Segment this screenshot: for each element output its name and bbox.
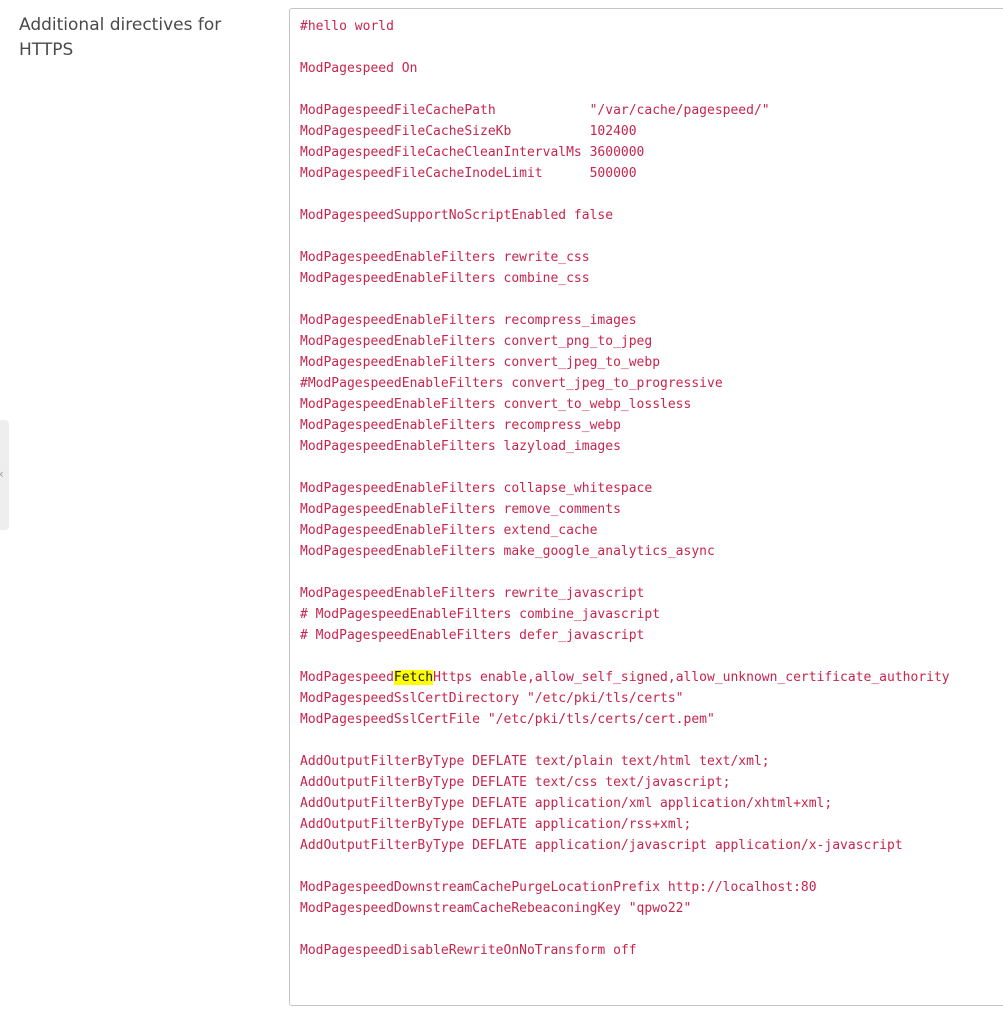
code-line: ModPagespeed On: [300, 61, 418, 76]
code-line: ModPagespeedEnableFilters combine_css: [300, 271, 590, 286]
code-line: ModPagespeedFileCacheCleanIntervalMs 360…: [300, 145, 645, 160]
code-line: ModPagespeedDownstreamCachePurgeLocation…: [300, 880, 817, 895]
code-line: ModPagespeedFileCacheSizeKb 102400: [300, 124, 637, 139]
code-line: ModPagespeedEnableFilters convert_png_to…: [300, 334, 653, 349]
code-line: ModPagespeedSslCertFile "/etc/pki/tls/ce…: [300, 712, 715, 727]
code-line: #hello world: [300, 19, 394, 34]
code-line: # ModPagespeedEnableFilters combine_java…: [300, 607, 661, 622]
code-line: AddOutputFilterByType DEFLATE applicatio…: [300, 838, 903, 853]
code-line: ModPagespeedEnableFilters rewrite_css: [300, 250, 590, 265]
code-line: ModPagespeedEnableFilters convert_to_web…: [300, 397, 692, 412]
sidebar-toggle-handle[interactable]: ‹: [0, 420, 9, 530]
code-line: #ModPagespeedEnableFilters convert_jpeg_…: [300, 376, 723, 391]
search-highlight: Fetch: [393, 670, 434, 685]
code-line: ModPagespeedDownstreamCacheRebeaconingKe…: [300, 901, 692, 916]
code-line: ModPagespeedSslCertDirectory "/etc/pki/t…: [300, 691, 684, 706]
field-label: Additional directives for HTTPS: [19, 15, 222, 60]
directives-code: #hello world ModPagespeed On ModPagespeedF…: [290, 9, 1003, 961]
code-line: ModPagespeedSupportNoScriptEnabled false: [300, 208, 614, 223]
code-line: AddOutputFilterByType DEFLATE text/css t…: [300, 775, 731, 790]
code-line: ModPagespeedEnableFilters rewrite_javasc…: [300, 586, 645, 601]
code-line: ModPagespeedEnableFilters recompress_web…: [300, 418, 621, 433]
code-line: ModPagespeedFileCachePath "/var/cache/pa…: [300, 103, 770, 118]
code-line: ModPagespeedEnableFilters recompress_ima…: [300, 313, 637, 328]
code-line: # ModPagespeedEnableFilters defer_javasc…: [300, 628, 645, 643]
code-line: AddOutputFilterByType DEFLATE applicatio…: [300, 817, 692, 832]
code-line: AddOutputFilterByType DEFLATE applicatio…: [300, 796, 833, 811]
code-line: ModPagespeedEnableFilters convert_jpeg_t…: [300, 355, 661, 370]
code-line: ModPagespeedFileCacheInodeLimit 500000: [300, 166, 637, 181]
code-line: ModPagespeedEnableFilters extend_cache: [300, 523, 598, 538]
code-line: ModPagespeedDisableRewriteOnNoTransform …: [300, 943, 637, 958]
code-line: AddOutputFilterByType DEFLATE text/plain…: [300, 754, 770, 769]
directives-textarea[interactable]: #hello world ModPagespeed On ModPagespeedF…: [289, 8, 1003, 1006]
code-line: ModPagespeedEnableFilters make_google_an…: [300, 544, 715, 559]
code-line: ModPagespeedEnableFilters remove_comment…: [300, 502, 621, 517]
code-line: ModPagespeedFetchHttps enable,allow_self…: [300, 670, 950, 685]
code-line: ModPagespeedEnableFilters collapse_white…: [300, 481, 653, 496]
chevron-left-icon: ‹: [0, 467, 4, 481]
code-line: ModPagespeedEnableFilters lazyload_image…: [300, 439, 621, 454]
